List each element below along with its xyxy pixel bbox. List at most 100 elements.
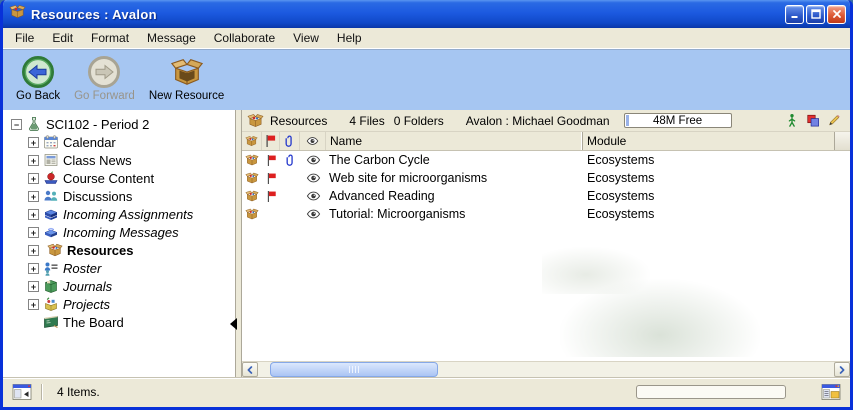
scroll-right-button[interactable]	[834, 362, 850, 377]
flag-icon	[266, 172, 277, 185]
tree-item-label: Class News	[63, 153, 132, 168]
menu-bar: FileEditFormatMessageCollaborateViewHelp	[3, 28, 850, 49]
resource-module: Ecosystems	[582, 153, 850, 167]
list-title: Resources	[270, 114, 327, 128]
resource-row[interactable]: Advanced ReadingEcosystems	[242, 187, 850, 205]
collapse-toggle[interactable]: −	[11, 119, 22, 130]
resource-row[interactable]: Tutorial: MicroorganismsEcosystems	[242, 205, 850, 223]
header-paperclip-column[interactable]	[280, 132, 300, 150]
resource-name: Tutorial: Microorganisms	[326, 207, 582, 221]
scrollbar-track[interactable]	[258, 362, 834, 377]
resource-module: Ecosystems	[582, 207, 850, 221]
row-visibility-cell	[300, 209, 326, 219]
expand-toggle[interactable]: +	[28, 227, 39, 238]
header-module-column[interactable]: Module	[582, 132, 834, 150]
person-icon[interactable]	[785, 113, 799, 128]
minimize-button[interactable]	[785, 5, 804, 24]
resource-name: Advanced Reading	[326, 189, 582, 203]
roster-icon	[43, 260, 59, 276]
row-flag-cell	[262, 190, 280, 203]
header-name-column[interactable]: Name	[326, 132, 582, 150]
package-icon	[245, 153, 259, 167]
scrollbar-thumb[interactable]	[270, 362, 438, 377]
expand-toggle[interactable]: +	[28, 245, 39, 256]
expand-toggle[interactable]: +	[28, 173, 39, 184]
resource-row[interactable]: The Carbon CycleEcosystems	[242, 151, 850, 169]
tree-item-label: Course Content	[63, 171, 154, 186]
tree-item-journals[interactable]: + Journals	[3, 277, 235, 295]
tree-item-label: Calendar	[63, 135, 116, 150]
row-type-cell	[242, 153, 262, 167]
app-window: Resources : Avalon FileEditFormatMessage…	[0, 0, 853, 410]
flag-icon	[266, 154, 277, 167]
storage-free-indicator: 48M Free	[624, 113, 732, 128]
panel-splitter[interactable]	[235, 110, 242, 377]
resource-module: Ecosystems	[582, 189, 850, 203]
row-type-cell	[242, 189, 262, 203]
resource-name: Web site for microorganisms	[326, 171, 582, 185]
menu-collaborate[interactable]: Collaborate	[205, 29, 284, 47]
layout-view-icon[interactable]	[821, 383, 841, 401]
expand-toggle[interactable]: +	[28, 137, 39, 148]
status-bar: 4 Items.	[3, 377, 850, 406]
menu-format[interactable]: Format	[82, 29, 138, 47]
header-corner-button[interactable]	[834, 132, 850, 150]
row-visibility-cell	[300, 173, 326, 183]
messages-icon	[43, 224, 59, 240]
file-count: 4 Files	[349, 114, 384, 128]
maximize-button[interactable]	[806, 5, 825, 24]
news-icon	[43, 152, 59, 168]
paperclip-icon	[286, 153, 295, 167]
expand-toggle[interactable]: +	[28, 191, 39, 202]
tree-item-the-board[interactable]: +The Board	[3, 313, 235, 331]
menu-help[interactable]: Help	[328, 29, 371, 47]
flask-icon	[26, 116, 42, 132]
horizontal-scrollbar[interactable]	[242, 361, 850, 377]
tree-item-discussions[interactable]: + Discussions	[3, 187, 235, 205]
toolbar-button-label: Go Forward	[74, 90, 135, 102]
header-flag-column[interactable]	[262, 132, 280, 150]
menu-edit[interactable]: Edit	[43, 29, 82, 47]
tree-item-projects[interactable]: +Projects	[3, 295, 235, 313]
assignments-icon	[43, 206, 59, 222]
tree-item-sci102-period-2[interactable]: − SCI102 - Period 2	[3, 115, 235, 133]
pencil-icon[interactable]	[827, 113, 841, 128]
expand-toggle[interactable]: +	[28, 155, 39, 166]
menu-view[interactable]: View	[284, 29, 328, 47]
tree-item-resources[interactable]: +Resources	[3, 241, 235, 259]
paperclip-icon	[283, 134, 296, 148]
expand-toggle[interactable]: +	[28, 209, 39, 220]
row-type-cell	[242, 207, 262, 221]
close-button[interactable]	[827, 5, 846, 24]
menu-message[interactable]: Message	[138, 29, 205, 47]
layers-icon[interactable]	[806, 113, 820, 128]
collapse-arrow-icon[interactable]	[230, 318, 237, 330]
go-forward-button[interactable]: Go Forward	[67, 55, 142, 102]
tree-item-course-content[interactable]: + Course Content	[3, 169, 235, 187]
tree-item-class-news[interactable]: + Class News	[3, 151, 235, 169]
header-package-column[interactable]	[242, 132, 262, 150]
title-bar[interactable]: Resources : Avalon	[3, 0, 850, 28]
tree-item-label: Journals	[63, 279, 112, 294]
status-divider	[41, 384, 42, 400]
header-eye-column[interactable]	[300, 132, 326, 150]
tree-item-roster[interactable]: +Roster	[3, 259, 235, 277]
menu-file[interactable]: File	[6, 29, 43, 47]
tree-item-calendar[interactable]: + Calendar	[3, 133, 235, 151]
expand-toggle[interactable]: +	[28, 263, 39, 274]
tree-item-incoming-assignments[interactable]: +Incoming Assignments	[3, 205, 235, 223]
expand-toggle[interactable]: +	[28, 299, 39, 310]
go-back-button[interactable]: Go Back	[9, 55, 67, 102]
panel-view-icon[interactable]	[12, 383, 32, 401]
tree-item-label: SCI102 - Period 2	[46, 117, 149, 132]
resource-panel: Resources 4 Files 0 Folders Avalon : Mic…	[242, 110, 850, 377]
tree-item-incoming-messages[interactable]: +Incoming Messages	[3, 223, 235, 241]
package-icon	[245, 207, 259, 221]
expand-toggle[interactable]: +	[28, 281, 39, 292]
tree-item-label: Discussions	[63, 189, 132, 204]
new-resource-button[interactable]: New Resource	[142, 55, 231, 102]
items-count: 4 Items.	[57, 385, 100, 399]
resource-row[interactable]: Web site for microorganismsEcosystems	[242, 169, 850, 187]
package-icon	[245, 134, 258, 148]
scroll-left-button[interactable]	[242, 362, 258, 377]
